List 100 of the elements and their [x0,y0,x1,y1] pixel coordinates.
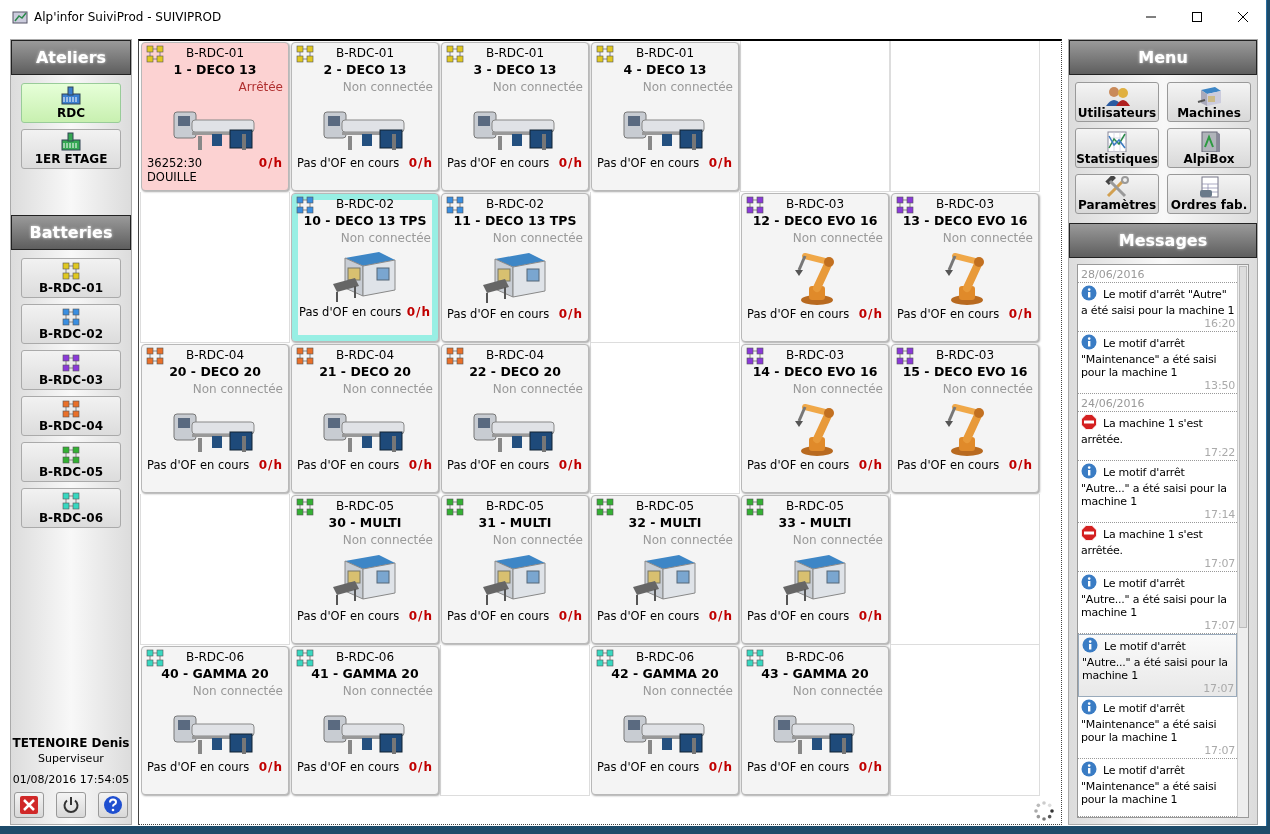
machine-card[interactable]: B-RDC-03 13 - DECO EVO 16 Non connectée Pas d'OF en cours 0/h [891,193,1039,342]
menu-button[interactable]: Ordres fab. [1167,174,1251,214]
cube-cluster-icon [746,347,764,365]
battery-button[interactable]: B-RDC-04 [21,396,121,436]
cube-cluster-icon [596,498,614,516]
machine-card[interactable]: B-RDC-01 1 - DECO 13 Arrêtée 36252:30 DOUILLE 0/h [141,42,289,191]
battery-button[interactable]: B-RDC-06 [21,488,121,528]
machine-status: Non connectée [491,381,583,397]
machine-name: 43 - GAMMA 20 [760,665,870,683]
machine-icon [60,86,82,105]
battery-button[interactable]: B-RDC-02 [21,304,121,344]
tools-icon [1103,176,1131,198]
machine-name: 42 - GAMMA 20 [610,665,720,683]
machine-status: Non connectée [641,683,733,699]
machine-card[interactable]: B-RDC-06 40 - GAMMA 20 Non connectée Pas d'OF en cours 0/h [141,646,289,795]
machine-name: 2 - DECO 13 [322,61,408,79]
cube-cluster-icon [62,399,80,418]
cube-cluster-icon [596,649,614,667]
production-rate: 0/h [558,156,583,170]
menu-button[interactable]: Statistiques [1075,128,1159,168]
machine-card[interactable]: B-RDC-03 12 - DECO EVO 16 Non connectée Pas d'OF en cours 0/h [741,193,889,342]
battery-label: B-RDC-01 [634,45,696,61]
production-rate: 0/h [708,609,733,623]
machine-card[interactable]: B-RDC-03 15 - DECO EVO 16 Non connectée Pas d'OF en cours 0/h [891,344,1039,493]
message-text: Le motif d'arrêt "Maintenance" a été saisi pour la machine 1 [1081,337,1217,379]
workshop-button[interactable]: 1ER ETAGE [21,129,121,169]
battery-label: B-RDC-06 [184,649,246,665]
machine-card[interactable]: B-RDC-01 2 - DECO 13 Non connectée Pas d'OF en cours 0/h [291,42,439,191]
maximize-icon[interactable] [1191,10,1203,23]
machine-card[interactable]: B-RDC-06 42 - GAMMA 20 Non connectée Pas d'OF en cours 0/h [591,646,739,795]
machine-card[interactable]: B-RDC-06 41 - GAMMA 20 Non connectée Pas d'OF en cours 0/h [291,646,439,795]
battery-label: B-RDC-06 [784,649,846,665]
scrollbar-thumb[interactable] [1239,266,1247,628]
cube-cluster-icon [296,498,314,516]
battery-label: B-RDC-01 [184,45,246,61]
user-name: TETENOIRE Denis [12,736,130,750]
order-info: Pas d'OF en cours [897,307,1000,321]
menu-button[interactable]: Machines [1167,82,1251,122]
machine-name: 15 - DECO EVO 16 [901,363,1029,381]
production-rate: 0/h [408,760,433,774]
menu-button[interactable]: Utilisateurs [1075,82,1159,122]
machine-card[interactable]: B-RDC-02 11 - DECO 13 TPS Non connectée Pas d'OF en cours 0/h [441,193,589,342]
battery-button[interactable]: B-RDC-05 [21,442,121,482]
cube-cluster-icon [746,196,764,214]
order-info: Pas d'OF en cours [897,458,1000,472]
machine-card[interactable]: B-RDC-05 33 - MULTI Non connectée Pas d'OF en cours 0/h [741,495,889,644]
message-time: 17:07 [1203,744,1235,757]
machine-card[interactable]: B-RDC-01 4 - DECO 13 Non connectée Pas d'OF en cours 0/h [591,42,739,191]
cube-cluster-icon [62,307,80,326]
battery-button[interactable]: B-RDC-01 [21,258,121,298]
close-icon[interactable] [1237,10,1249,23]
machine-name: 31 - MULTI [477,514,553,532]
machine-status: Non connectée [791,230,883,246]
machine-status: Non connectée [491,79,583,95]
machine-card[interactable]: B-RDC-05 30 - MULTI Non connectée Pas d'OF en cours 0/h [291,495,439,644]
machine-card[interactable]: B-RDC-06 43 - GAMMA 20 Non connectée Pas d'OF en cours 0/h [741,646,889,795]
machine-card[interactable]: B-RDC-03 14 - DECO EVO 16 Non connectée Pas d'OF en cours 0/h [741,344,889,493]
message-item[interactable]: Le motif d'arrêt "Autre..." a été saisi pour la machine 1 17:07 [1078,634,1237,697]
machine-card[interactable]: B-RDC-04 21 - DECO 20 Non connectée Pas d'OF en cours 0/h [291,344,439,493]
order-info: Pas d'OF en cours [597,609,700,623]
cube-cluster-icon [146,347,164,365]
battery-label: B-RDC-04 [184,347,246,363]
production-rate: 0/h [558,307,583,321]
machine-name: 3 - DECO 13 [472,61,558,79]
message-time: 17:07 [1203,619,1235,632]
machine-card[interactable]: B-RDC-02 10 - DECO 13 TPS Non connectée Pas d'OF en cours 0/h [291,193,439,342]
message-time: 17:14 [1203,508,1235,521]
message-time: 17:22 [1203,446,1235,459]
machine-card[interactable]: B-RDC-05 32 - MULTI Non connectée Pas d'OF en cours 0/h [591,495,739,644]
production-rate: 0/h [408,156,433,170]
production-rate: 0/h [258,458,283,472]
order-info: Pas d'OF en cours [297,760,400,774]
machine-card[interactable]: B-RDC-04 20 - DECO 20 Non connectée Pas d'OF en cours 0/h [141,344,289,493]
close-button[interactable] [14,792,44,818]
user-role: Superviseur [38,752,104,765]
order-info: Pas d'OF en cours [147,458,250,472]
machine-card[interactable]: B-RDC-01 3 - DECO 13 Non connectée Pas d'OF en cours 0/h [441,42,589,191]
help-button[interactable] [98,792,128,818]
machine-card[interactable]: B-RDC-05 31 - MULTI Non connectée Pas d'OF en cours 0/h [441,495,589,644]
machine-name: 1 - DECO 13 [172,61,258,79]
menu-button[interactable]: Paramètres [1075,174,1159,214]
machine-status: Non connectée [491,532,583,548]
machine-name: 10 - DECO 13 TPS [302,212,428,230]
machine-name: 40 - GAMMA 20 [160,665,270,683]
panel-header: Messages [1069,223,1257,258]
production-rate: 0/h [858,609,883,623]
production-rate: 0/h [858,760,883,774]
message-time: 13:50 [1203,379,1235,392]
machine-status: Non connectée [191,683,283,699]
app-icon [12,8,28,25]
workshop-button[interactable]: RDC [21,83,121,123]
battery-button[interactable]: B-RDC-03 [21,350,121,390]
cube-cluster-icon [62,261,80,280]
machine-name: 4 - DECO 13 [622,61,708,79]
power-button[interactable] [56,792,86,818]
cube-cluster-icon [62,491,80,510]
order-info: DOUILLE [147,170,198,184]
menu-button[interactable]: AlpiBox [1167,128,1251,168]
machine-card[interactable]: B-RDC-04 22 - DECO 20 Non connectée Pas d'OF en cours 0/h [441,344,589,493]
cube-cluster-icon [296,649,314,667]
